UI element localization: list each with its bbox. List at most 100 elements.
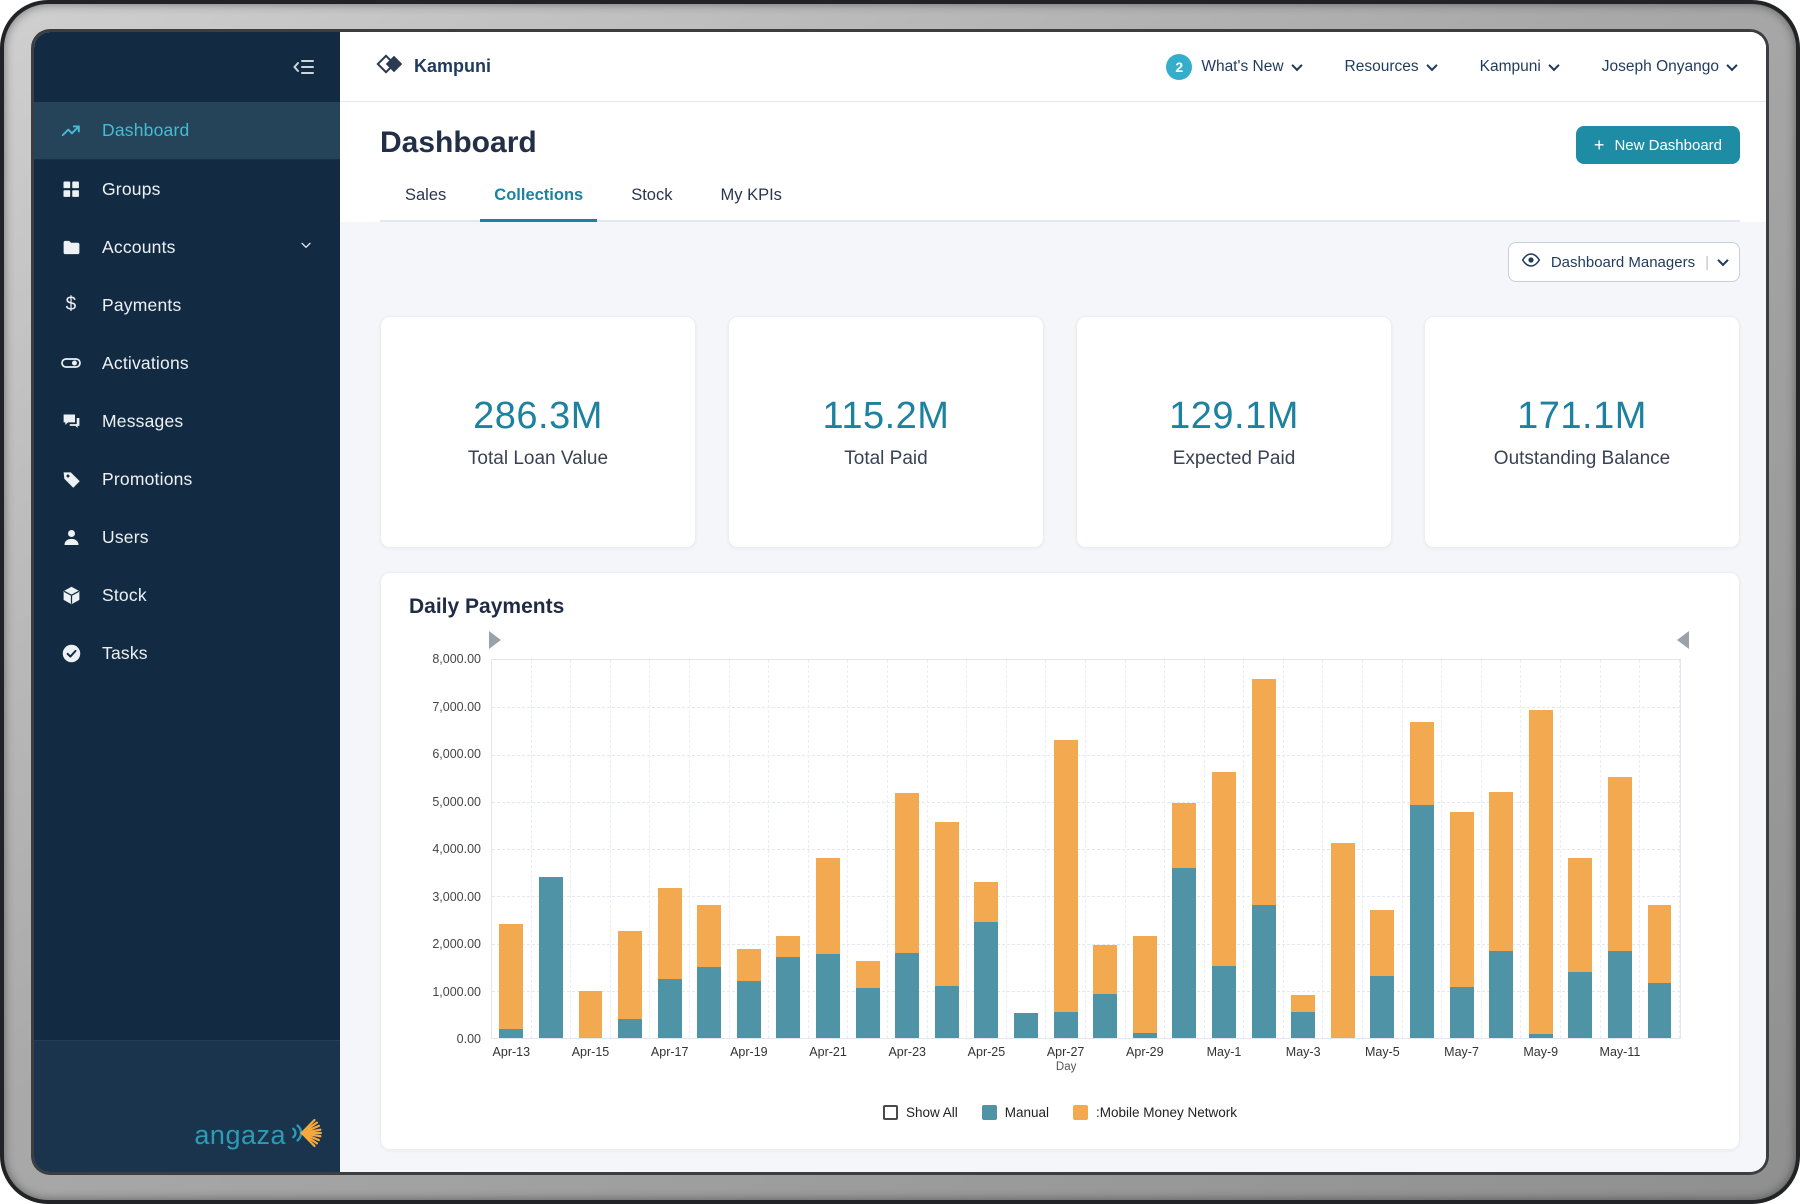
kpi-label: Total Loan Value <box>468 448 608 470</box>
nav-org[interactable]: Kampuni <box>1480 58 1558 76</box>
new-dashboard-button[interactable]: + New Dashboard <box>1576 126 1740 164</box>
stacked-bar-apr-17 <box>658 888 682 1038</box>
tab-stock[interactable]: Stock <box>631 186 672 220</box>
stacked-bar-apr-27 <box>1054 740 1078 1038</box>
legend-item-mobile-money-network[interactable]: :Mobile Money Network <box>1073 1105 1237 1120</box>
mobile-money-segment <box>579 991 603 1039</box>
sidebar-footer: angaza <box>34 1040 340 1172</box>
stacked-bar-apr-18 <box>697 905 721 1038</box>
bar-slot-apr-15: Apr-15 <box>571 660 611 1038</box>
mobile-money-segment <box>1331 843 1355 1038</box>
divider: | <box>1705 254 1709 271</box>
tab-collections[interactable]: Collections <box>494 186 583 220</box>
kpi-value: 286.3M <box>473 395 603 438</box>
tab-my-kpis[interactable]: My KPIs <box>721 186 782 220</box>
topnav: 2 What's New Resources Kampuni Joseph On… <box>1166 54 1736 80</box>
dollar-icon: $ <box>60 294 82 316</box>
x-axis-tick: Apr-27 <box>1047 1045 1085 1059</box>
mobile-money-segment <box>1410 722 1434 805</box>
whats-new-label: What's New <box>1201 58 1283 76</box>
bar-slot-apr-23: Apr-23 <box>888 660 928 1038</box>
y-axis-tick: 4,000.00 <box>432 842 481 856</box>
x-axis-tick: May-5 <box>1365 1045 1400 1059</box>
chevron-down-icon <box>1717 255 1728 266</box>
manual-segment <box>1093 994 1117 1038</box>
chevron-down-icon <box>1291 59 1302 70</box>
x-axis-tick: May-7 <box>1444 1045 1479 1059</box>
legend-item-show-all[interactable]: Show All <box>883 1105 958 1120</box>
legend-label: Manual <box>1005 1105 1049 1120</box>
mobile-money-segment <box>1291 995 1315 1012</box>
bar-slot-apr-18 <box>690 660 730 1038</box>
angaza-logo-text: angaza <box>194 1120 286 1151</box>
kpi-cards: 286.3MTotal Loan Value115.2MTotal Paid12… <box>380 316 1740 548</box>
manual-segment <box>1133 1033 1157 1038</box>
show-all-checkbox[interactable] <box>883 1105 898 1120</box>
sidebar-item-activations[interactable]: Activations <box>34 334 340 392</box>
manual-segment <box>618 1019 642 1038</box>
chart-legend: Show All Manual :Mobile Money Network <box>409 1105 1711 1120</box>
topbar: Kampuni 2 What's New Resources Kampuni <box>340 32 1766 102</box>
bar-slot-may-2 <box>1244 660 1284 1038</box>
legend-swatch <box>1073 1105 1088 1120</box>
stacked-bar-apr-19 <box>737 949 761 1038</box>
kpi-card-outstanding-balance: 171.1MOutstanding Balance <box>1424 316 1740 548</box>
stacked-bar-apr-14 <box>539 877 563 1039</box>
bar-slot-may-6 <box>1403 660 1443 1038</box>
kpi-card-expected-paid: 129.1MExpected Paid <box>1076 316 1392 548</box>
sidebar-item-users[interactable]: Users <box>34 508 340 566</box>
mobile-money-segment <box>1370 910 1394 977</box>
sidebar-item-tasks[interactable]: Tasks <box>34 624 340 682</box>
sidebar-item-messages[interactable]: Messages <box>34 392 340 450</box>
mobile-money-segment <box>776 936 800 957</box>
mobile-money-segment <box>658 888 682 978</box>
legend-item-manual[interactable]: Manual <box>982 1105 1049 1120</box>
sidebar-item-label: Stock <box>102 585 314 606</box>
bar-slot-may-4 <box>1323 660 1363 1038</box>
bar-slot-may-8 <box>1482 660 1522 1038</box>
sidebar-item-accounts[interactable]: Accounts <box>34 218 340 276</box>
manual-segment <box>895 953 919 1039</box>
mobile-money-segment <box>816 858 840 954</box>
brand: Kampuni <box>376 50 491 83</box>
pan-right-arrow-icon[interactable] <box>489 631 501 649</box>
tablet-bezel: DashboardGroupsAccounts$PaymentsActivati… <box>0 0 1800 1204</box>
chart-plot-area: Apr-13Apr-15Apr-17Apr-19Apr-21Apr-23Apr-… <box>491 659 1681 1039</box>
manual-segment <box>1212 966 1236 1038</box>
chart-plot: Apr-13Apr-15Apr-17Apr-19Apr-21Apr-23Apr-… <box>491 659 1681 1039</box>
manual-segment <box>1172 868 1196 1038</box>
nav-user[interactable]: Joseph Onyango <box>1602 58 1736 76</box>
tab-sales[interactable]: Sales <box>405 186 446 220</box>
manual-segment <box>1568 972 1592 1039</box>
sidebar-item-groups[interactable]: Groups <box>34 160 340 218</box>
dashboard-managers-dropdown[interactable]: Dashboard Managers | <box>1508 242 1740 282</box>
bar-slot-may-1: May-1 <box>1205 660 1245 1038</box>
manual-segment <box>1608 951 1632 1038</box>
bar-slot-apr-19: Apr-19 <box>730 660 770 1038</box>
y-axis-tick: 2,000.00 <box>432 937 481 951</box>
bar-slot-may-3: May-3 <box>1284 660 1324 1038</box>
user-icon <box>60 526 82 548</box>
bar-slot-apr-30 <box>1165 660 1205 1038</box>
kpi-label: Outstanding Balance <box>1494 448 1670 470</box>
dashboard-tabs: Sales Collections Stock My KPIs <box>380 186 1740 222</box>
manual-segment <box>737 981 761 1038</box>
nav-resources[interactable]: Resources <box>1345 58 1436 76</box>
manual-segment <box>1410 805 1434 1038</box>
stacked-bar-may-8 <box>1489 792 1513 1038</box>
pan-left-arrow-icon[interactable] <box>1677 631 1689 649</box>
bar-slot-may-5: May-5 <box>1363 660 1403 1038</box>
sidebar: DashboardGroupsAccounts$PaymentsActivati… <box>34 32 340 1172</box>
y-axis-tick: 1,000.00 <box>432 985 481 999</box>
sidebar-header <box>34 32 340 102</box>
manual-segment <box>697 967 721 1038</box>
sidebar-item-payments[interactable]: $Payments <box>34 276 340 334</box>
sidebar-collapse-icon[interactable] <box>292 55 316 79</box>
sidebar-item-promotions[interactable]: Promotions <box>34 450 340 508</box>
stacked-bar-apr-13 <box>499 924 523 1038</box>
cube-icon <box>60 584 82 606</box>
nav-whats-new[interactable]: 2 What's New <box>1166 54 1300 80</box>
bar-slot-may-11: May-11 <box>1601 660 1641 1038</box>
sidebar-item-dashboard[interactable]: Dashboard <box>34 102 340 160</box>
sidebar-item-stock[interactable]: Stock <box>34 566 340 624</box>
